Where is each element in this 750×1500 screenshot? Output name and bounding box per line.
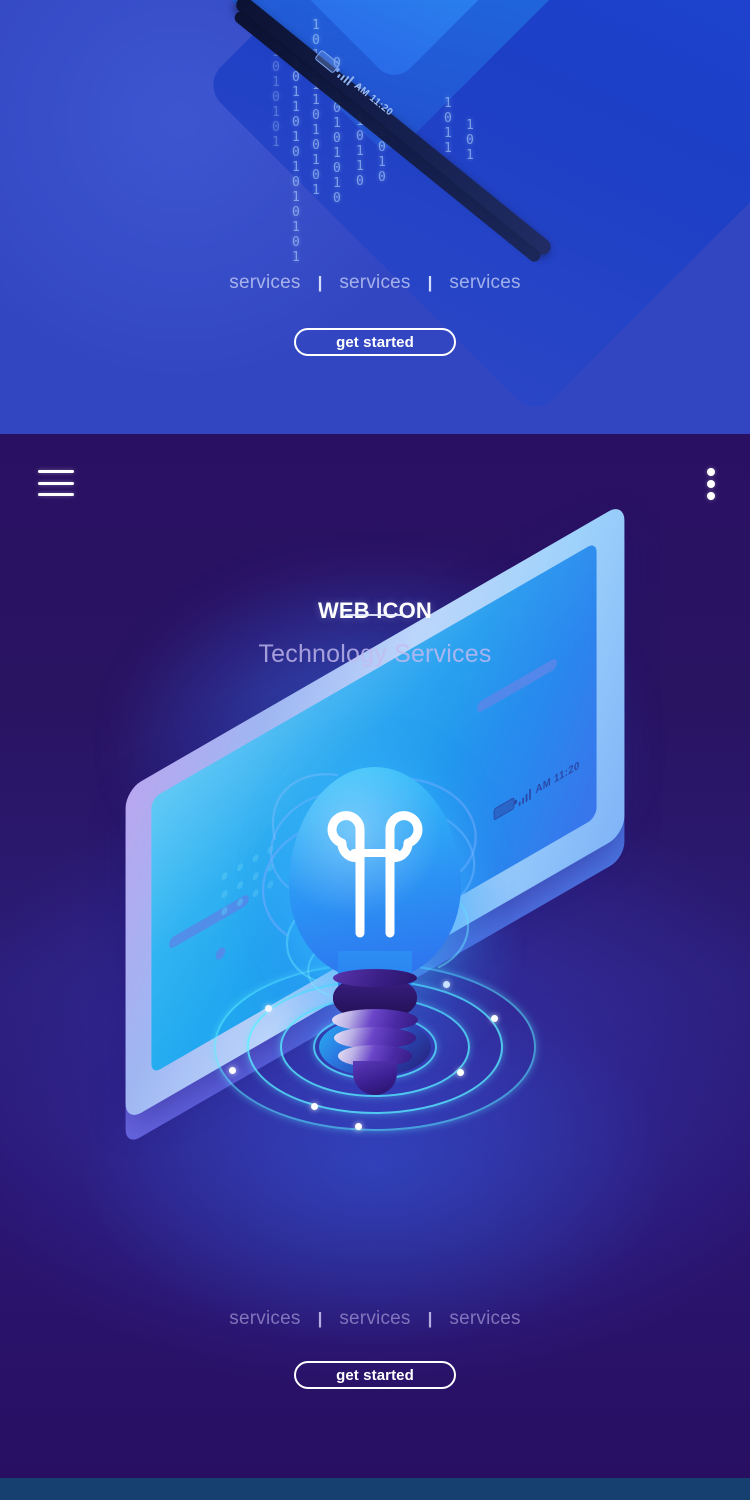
title-underline	[345, 614, 405, 616]
filament-icon	[327, 811, 423, 938]
screw-top-ellipse	[333, 969, 417, 987]
hamburger-menu-icon[interactable]	[38, 470, 74, 496]
service-separator: |	[317, 273, 323, 292]
service-link-2[interactable]: services	[339, 272, 410, 294]
top-services-nav: services | services | services	[0, 272, 750, 294]
service-link-2[interactable]: services	[339, 1308, 410, 1330]
service-separator: |	[317, 1309, 323, 1328]
poster-page: 010110101010101 101011010101 0110101010 …	[0, 0, 750, 1500]
main-services-nav: services | services | services	[0, 1308, 750, 1330]
kebab-menu-icon[interactable]	[706, 468, 716, 500]
screw-tip	[353, 1061, 397, 1095]
service-separator: |	[427, 273, 433, 292]
service-link-1[interactable]: services	[229, 272, 300, 294]
service-link-1[interactable]: services	[229, 1308, 300, 1330]
get-started-button-top[interactable]: get started	[294, 328, 456, 356]
page-title: WEB ICON	[317, 597, 433, 623]
page-subtitle: Technology Services	[258, 639, 492, 668]
top-banner-panel: 010110101010101 101011010101 0110101010 …	[0, 0, 750, 434]
service-link-3[interactable]: services	[449, 272, 520, 294]
bottom-strip-navy	[0, 1478, 750, 1500]
lightbulb-icon	[210, 767, 540, 1215]
service-separator: |	[427, 1309, 433, 1328]
get-started-button-main[interactable]: get started	[294, 1361, 456, 1389]
service-link-3[interactable]: services	[449, 1308, 520, 1330]
bulb-screw-base	[331, 969, 419, 1095]
